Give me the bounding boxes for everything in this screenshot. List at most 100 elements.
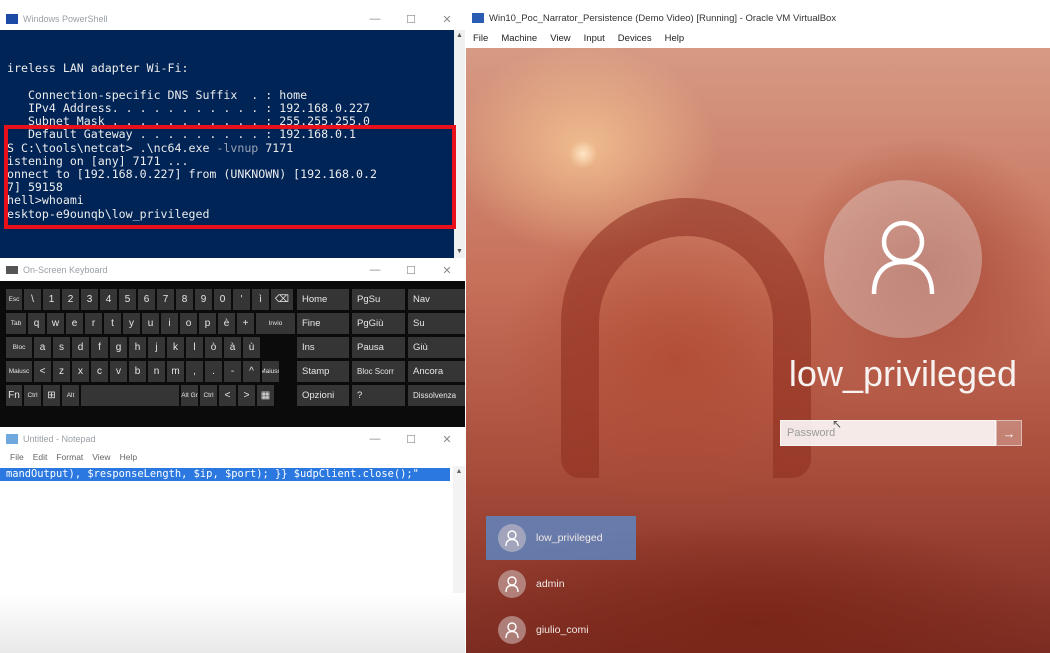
- key[interactable]: ì: [252, 289, 269, 310]
- key[interactable]: u: [142, 313, 159, 334]
- user-tile-giulio-comi[interactable]: giulio_comi: [486, 608, 636, 652]
- key[interactable]: h: [129, 337, 146, 358]
- nav-key[interactable]: PgGiù: [352, 313, 405, 334]
- key[interactable]: 4: [100, 289, 117, 310]
- menu-file[interactable]: File: [10, 452, 24, 462]
- submit-arrow-button[interactable]: →: [996, 420, 1022, 446]
- key[interactable]: Alt: [62, 385, 79, 406]
- key[interactable]: x: [72, 361, 89, 382]
- minimize-button[interactable]: —: [357, 428, 393, 450]
- key[interactable]: z: [53, 361, 70, 382]
- key[interactable]: Maiusc: [262, 361, 279, 382]
- key[interactable]: ,: [186, 361, 203, 382]
- nav-key[interactable]: Pausa: [352, 337, 405, 358]
- key[interactable]: w: [47, 313, 64, 334]
- key[interactable]: ù: [243, 337, 260, 358]
- user-tile-low-privileged[interactable]: low_privileged: [486, 516, 636, 560]
- menu-format[interactable]: Format: [56, 452, 83, 462]
- key[interactable]: à: [224, 337, 241, 358]
- key[interactable]: t: [104, 313, 121, 334]
- menu-help[interactable]: Help: [665, 33, 685, 44]
- notepad-window[interactable]: Untitled - Notepad — ☐ ✕ File Edit Forma…: [0, 428, 465, 653]
- key[interactable]: +: [237, 313, 254, 334]
- key[interactable]: o: [180, 313, 197, 334]
- powershell-titlebar[interactable]: Windows PowerShell — ☐ ✕: [0, 8, 465, 30]
- nav-key[interactable]: Stamp: [297, 361, 349, 382]
- key[interactable]: Ctrl: [24, 385, 41, 406]
- maximize-button[interactable]: ☐: [393, 259, 429, 281]
- nav-key[interactable]: Ins: [297, 337, 349, 358]
- key[interactable]: <: [219, 385, 236, 406]
- key[interactable]: j: [148, 337, 165, 358]
- key[interactable]: 3: [81, 289, 98, 310]
- nav-key[interactable]: Su: [408, 313, 465, 334]
- menu-help[interactable]: Help: [120, 452, 137, 462]
- nav-key[interactable]: Opzioni: [297, 385, 349, 406]
- scroll-up-icon[interactable]: ▲: [453, 466, 465, 478]
- key[interactable]: Esc: [6, 289, 22, 310]
- close-button[interactable]: ✕: [429, 428, 465, 450]
- key[interactable]: è: [218, 313, 235, 334]
- menu-file[interactable]: File: [473, 33, 488, 44]
- key[interactable]: f: [91, 337, 108, 358]
- minimize-button[interactable]: —: [357, 8, 393, 30]
- on-screen-keyboard-window[interactable]: On-Screen Keyboard — ☐ ✕ Esc \ 1 2 3 4 5 6 7 8 9 0 '…: [0, 259, 465, 427]
- nav-key[interactable]: Home: [297, 289, 349, 310]
- key[interactable]: v: [110, 361, 127, 382]
- key[interactable]: -: [224, 361, 241, 382]
- selected-text[interactable]: mandOutput), $responseLength, $ip, $port…: [0, 468, 450, 481]
- key[interactable]: ^: [243, 361, 260, 382]
- nav-key[interactable]: Fine: [297, 313, 349, 334]
- key[interactable]: d: [72, 337, 89, 358]
- nav-key[interactable]: Giù: [408, 337, 465, 358]
- nav-key[interactable]: Bloc Scorr: [352, 361, 405, 382]
- key[interactable]: Invio: [256, 313, 295, 334]
- key[interactable]: e: [66, 313, 83, 334]
- menu-devices[interactable]: Devices: [618, 33, 652, 44]
- key[interactable]: 2: [62, 289, 79, 310]
- password-field[interactable]: [780, 420, 996, 446]
- key[interactable]: ⊞: [43, 385, 60, 406]
- key[interactable]: c: [91, 361, 108, 382]
- virtualbox-window[interactable]: Win10_Poc_Narrator_Persistence (Demo Vid…: [466, 8, 1050, 653]
- key[interactable]: g: [110, 337, 127, 358]
- key[interactable]: ▦: [257, 385, 274, 406]
- menu-input[interactable]: Input: [584, 33, 605, 44]
- key[interactable]: r: [85, 313, 102, 334]
- key[interactable]: ⌫: [271, 289, 293, 310]
- minimize-button[interactable]: —: [357, 259, 393, 281]
- key[interactable]: b: [129, 361, 146, 382]
- key[interactable]: 9: [195, 289, 212, 310]
- key[interactable]: Ctrl: [200, 385, 217, 406]
- nav-key[interactable]: Nav: [408, 289, 465, 310]
- key[interactable]: ': [233, 289, 250, 310]
- key[interactable]: \: [24, 289, 41, 310]
- key[interactable]: p: [199, 313, 216, 334]
- nav-key[interactable]: Dissolvenza: [408, 385, 465, 406]
- key[interactable]: 6: [138, 289, 155, 310]
- osk-titlebar[interactable]: On-Screen Keyboard — ☐ ✕: [0, 259, 465, 281]
- nav-key[interactable]: ?: [352, 385, 405, 406]
- powershell-window[interactable]: Windows PowerShell — ☐ ✕ ireless LAN ada…: [0, 8, 465, 258]
- key[interactable]: q: [28, 313, 45, 334]
- key[interactable]: .: [205, 361, 222, 382]
- key[interactable]: [81, 385, 179, 406]
- key[interactable]: 8: [176, 289, 193, 310]
- key[interactable]: Maiusc: [6, 361, 32, 382]
- key[interactable]: Alt Gr: [181, 385, 198, 406]
- notepad-titlebar[interactable]: Untitled - Notepad — ☐ ✕: [0, 428, 465, 450]
- key[interactable]: n: [148, 361, 165, 382]
- key[interactable]: 0: [214, 289, 231, 310]
- notepad-text-area[interactable]: mandOutput), $responseLength, $ip, $port…: [0, 466, 453, 600]
- key[interactable]: 1: [43, 289, 60, 310]
- key[interactable]: m: [167, 361, 184, 382]
- vbox-titlebar[interactable]: Win10_Poc_Narrator_Persistence (Demo Vid…: [466, 8, 1050, 28]
- key[interactable]: k: [167, 337, 184, 358]
- scroll-up-icon[interactable]: ▲: [454, 30, 465, 42]
- key[interactable]: y: [123, 313, 140, 334]
- key[interactable]: >: [238, 385, 255, 406]
- key[interactable]: l: [186, 337, 203, 358]
- key[interactable]: Tab: [6, 313, 26, 334]
- key[interactable]: <: [34, 361, 51, 382]
- nav-key[interactable]: PgSu: [352, 289, 405, 310]
